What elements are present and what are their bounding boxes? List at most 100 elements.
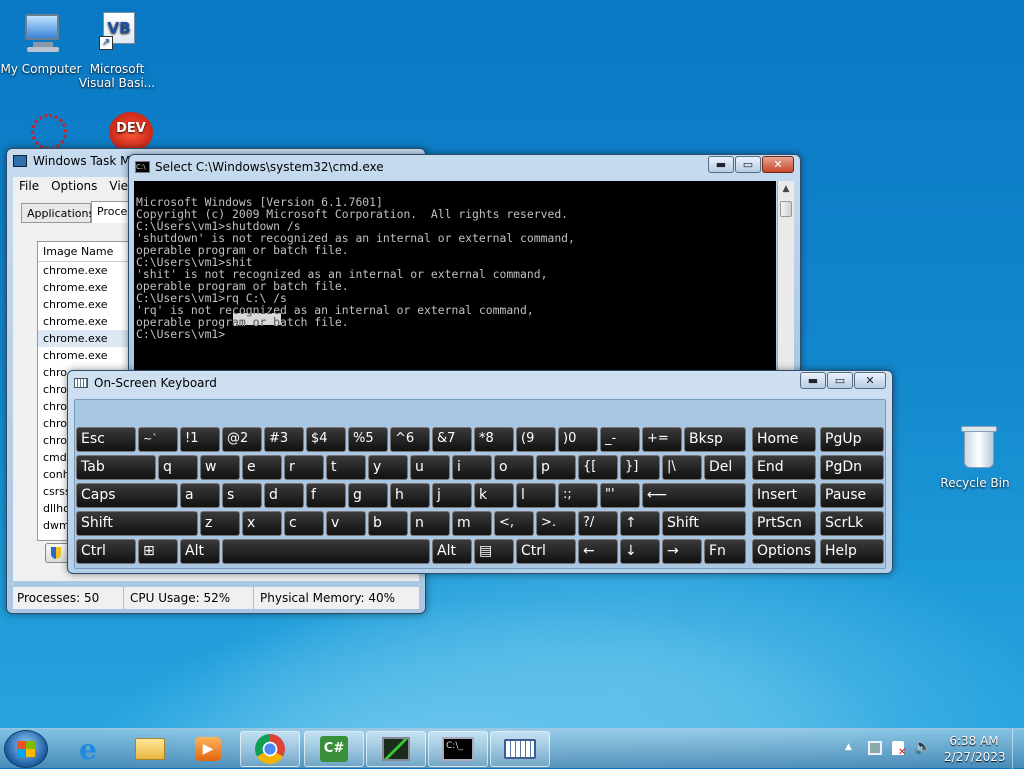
key-ctrl-right[interactable]: Ctrl [516, 539, 576, 564]
key-k[interactable]: k [474, 483, 514, 508]
key-alt-left[interactable]: Alt [180, 539, 220, 564]
clock[interactable]: 6:38 AM 2/27/2023 [944, 733, 1006, 765]
key-0[interactable]: )0 [558, 427, 598, 452]
maximize-button[interactable]: ▭ [735, 156, 761, 173]
key-x[interactable]: x [242, 511, 282, 536]
key-w[interactable]: w [200, 455, 240, 480]
key-v[interactable]: v [326, 511, 366, 536]
menu-view[interactable]: Vie [109, 177, 128, 195]
key-u[interactable]: u [410, 455, 450, 480]
key-f[interactable]: f [306, 483, 346, 508]
key-s[interactable]: s [222, 483, 262, 508]
minimize-button[interactable]: ▬ [800, 372, 826, 389]
key-backslash[interactable]: |\ [662, 455, 702, 480]
key-n[interactable]: n [410, 511, 450, 536]
minimize-button[interactable]: ▬ [708, 156, 734, 173]
maximize-button[interactable]: ▭ [827, 372, 853, 389]
key-q[interactable]: q [158, 455, 198, 480]
key-6[interactable]: ^6 [390, 427, 430, 452]
tab-applications[interactable]: Applications [21, 203, 94, 223]
key-enter[interactable]: ⟵ [642, 483, 746, 508]
key-tab[interactable]: Tab [76, 455, 156, 480]
key-help[interactable]: Help [820, 539, 884, 564]
network-icon[interactable] [868, 741, 882, 755]
scroll-thumb[interactable] [780, 201, 792, 217]
key-5[interactable]: %5 [348, 427, 388, 452]
key-b[interactable]: b [368, 511, 408, 536]
show-desktop-button[interactable] [1012, 729, 1024, 769]
key-del[interactable]: Del [704, 455, 746, 480]
key-slash[interactable]: ?/ [578, 511, 618, 536]
key-right-arrow[interactable]: → [662, 539, 702, 564]
key-down-arrow[interactable]: ↓ [620, 539, 660, 564]
desktop-icon-recycle-bin[interactable]: Recycle Bin [934, 424, 1016, 490]
key-pgdn[interactable]: PgDn [820, 455, 884, 480]
key-y[interactable]: y [368, 455, 408, 480]
start-button[interactable] [4, 730, 48, 768]
key-ctrl-left[interactable]: Ctrl [76, 539, 136, 564]
key-open-bracket[interactable]: {[ [578, 455, 618, 480]
key-prtscn[interactable]: PrtScn [752, 511, 816, 536]
key-options[interactable]: Options [752, 539, 816, 564]
taskbar-media-player[interactable]: ▶ [178, 731, 238, 767]
key-semicolon[interactable]: :; [558, 483, 598, 508]
volume-icon[interactable]: 🔈 [914, 739, 931, 755]
key-3[interactable]: #3 [264, 427, 304, 452]
key-j[interactable]: j [432, 483, 472, 508]
key-1[interactable]: !1 [180, 427, 220, 452]
key-shift-right[interactable]: Shift [662, 511, 746, 536]
key-shift-left[interactable]: Shift [76, 511, 198, 536]
key-i[interactable]: i [452, 455, 492, 480]
key-up-arrow[interactable]: ↑ [620, 511, 660, 536]
key-comma[interactable]: <, [494, 511, 534, 536]
key-pgup[interactable]: PgUp [820, 427, 884, 452]
cmd-scrollbar[interactable]: ▲ [777, 181, 794, 373]
key-4[interactable]: $4 [306, 427, 346, 452]
key-pause[interactable]: Pause [820, 483, 884, 508]
key-close-bracket[interactable]: }] [620, 455, 660, 480]
desktop-icon-my-computer[interactable]: My Computer [0, 10, 82, 76]
key-l[interactable]: l [516, 483, 556, 508]
close-button[interactable]: ✕ [762, 156, 794, 173]
key-equals[interactable]: += [642, 427, 682, 452]
key-minus[interactable]: _- [600, 427, 640, 452]
taskbar-task-manager[interactable] [366, 731, 426, 767]
key-quote[interactable]: "' [600, 483, 640, 508]
taskbar-cmd[interactable]: C:\_ [428, 731, 488, 767]
key-c[interactable]: c [284, 511, 324, 536]
key-windows[interactable]: ⊞ [138, 539, 178, 564]
action-center-icon[interactable]: ✕ [892, 741, 906, 758]
key-h[interactable]: h [390, 483, 430, 508]
taskbar-ie[interactable]: e [58, 731, 118, 767]
key-o[interactable]: o [494, 455, 534, 480]
key-menu[interactable]: ▤ [474, 539, 514, 564]
key-a[interactable]: a [180, 483, 220, 508]
key-d[interactable]: d [264, 483, 304, 508]
key-2[interactable]: @2 [222, 427, 262, 452]
key-e[interactable]: e [242, 455, 282, 480]
close-button[interactable]: ✕ [854, 372, 886, 389]
key-space[interactable] [222, 539, 430, 564]
key-r[interactable]: r [284, 455, 324, 480]
key-backspace[interactable]: Bksp [684, 427, 746, 452]
key-fn[interactable]: Fn [704, 539, 746, 564]
key-left-arrow[interactable]: ← [578, 539, 618, 564]
key-end[interactable]: End [752, 455, 816, 480]
key-scrlk[interactable]: ScrLk [820, 511, 884, 536]
taskbar-chrome[interactable] [240, 731, 300, 767]
key-period[interactable]: >. [536, 511, 576, 536]
scroll-up-icon[interactable]: ▲ [778, 181, 794, 197]
key-9[interactable]: (9 [516, 427, 556, 452]
key-esc[interactable]: Esc [76, 427, 136, 452]
key-caps[interactable]: Caps [76, 483, 178, 508]
key-t[interactable]: t [326, 455, 366, 480]
key-home[interactable]: Home [752, 427, 816, 452]
key-p[interactable]: p [536, 455, 576, 480]
cmd-console[interactable]: Microsoft Windows [Version 6.1.7601] Copy… [134, 181, 776, 373]
key-8[interactable]: *8 [474, 427, 514, 452]
key-g[interactable]: g [348, 483, 388, 508]
osk-titlebar[interactable]: On-Screen Keyboard [68, 371, 892, 395]
menu-options[interactable]: Options [51, 177, 97, 195]
tray-show-hidden-icon[interactable]: ▲ [845, 742, 852, 752]
key-m[interactable]: m [452, 511, 492, 536]
